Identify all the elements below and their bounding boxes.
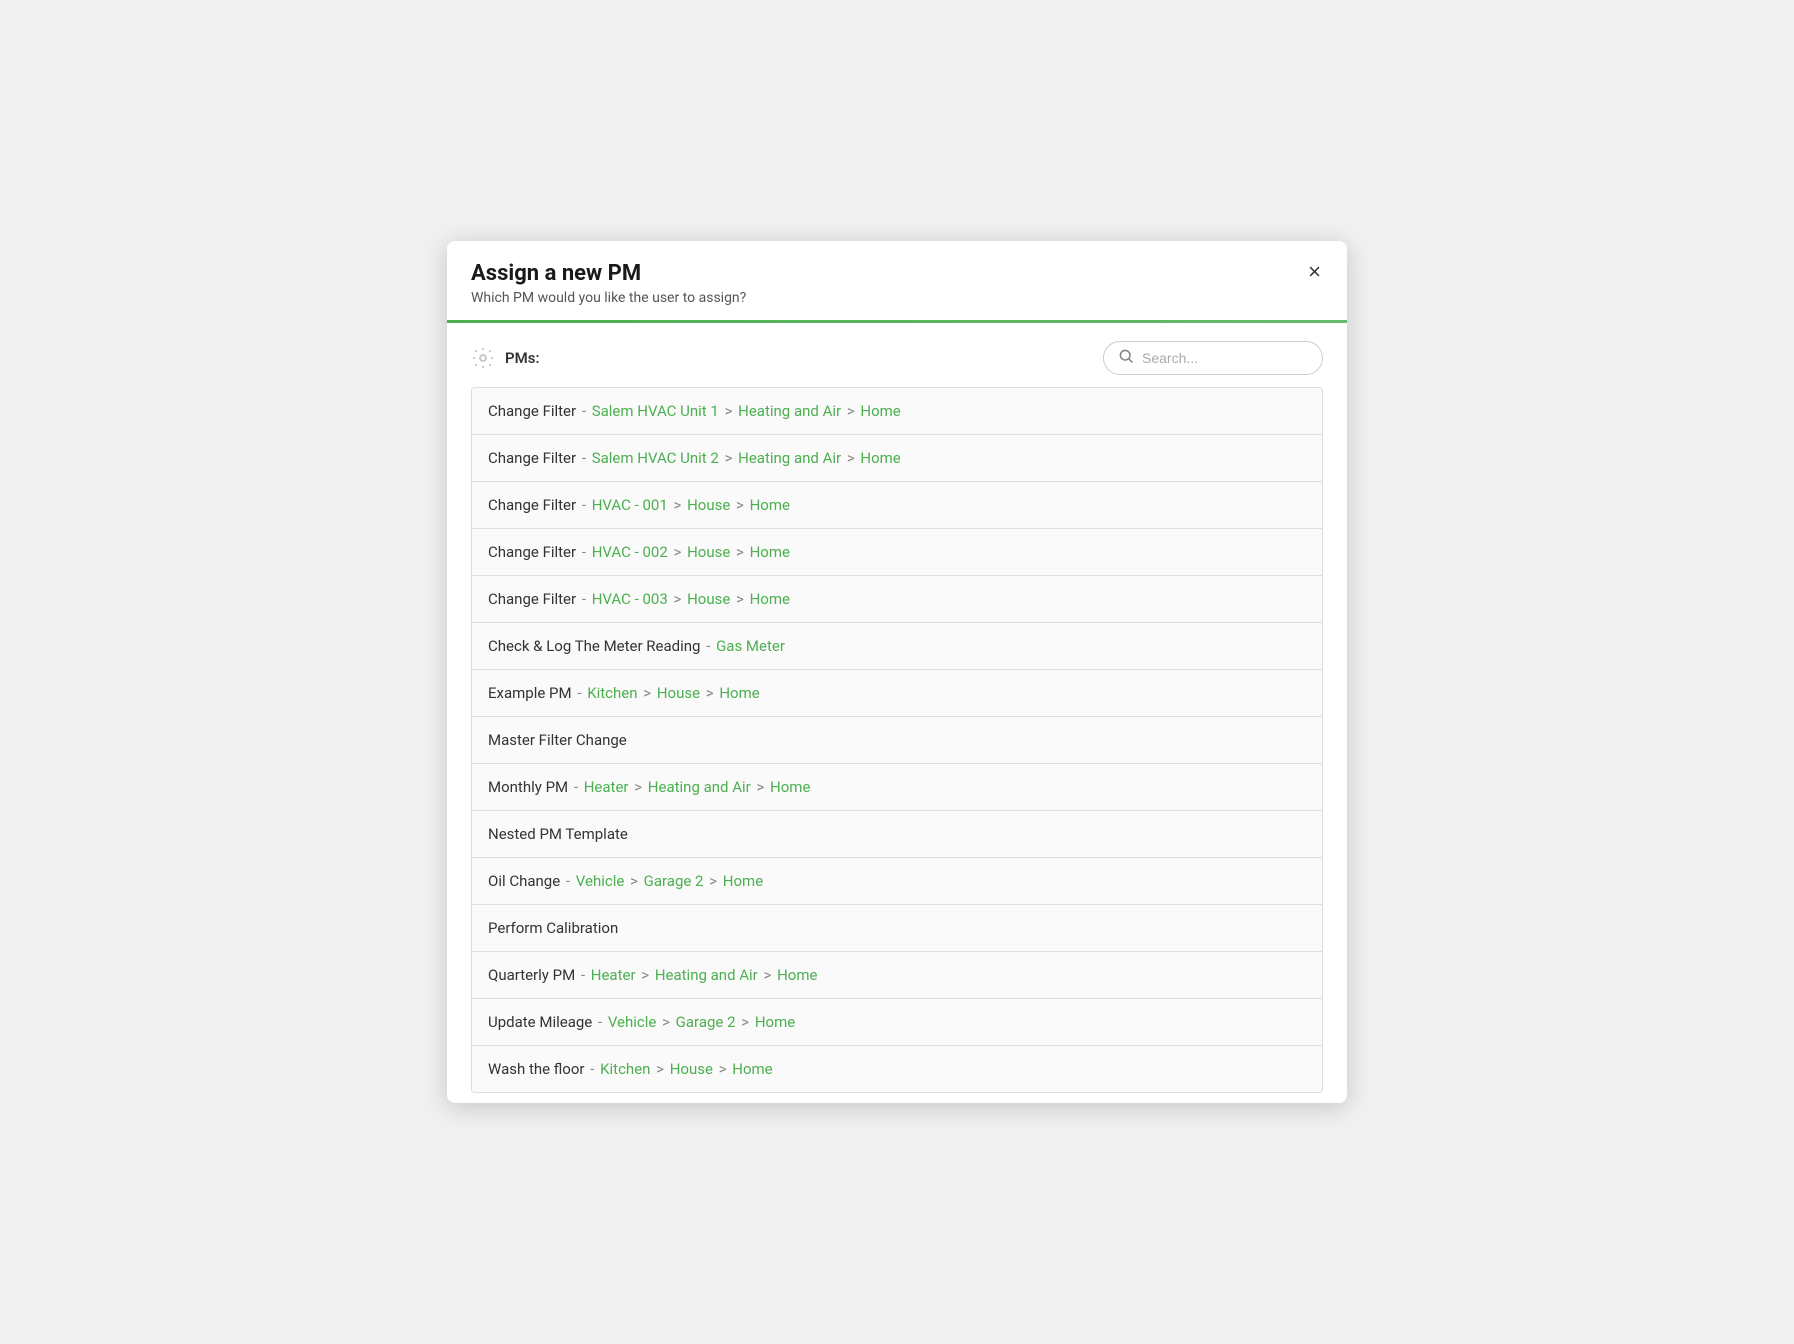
pm-list-item[interactable]: Update Mileage - Vehicle > Garage 2 > Ho…: [472, 999, 1322, 1046]
toolbar: PMs:: [471, 341, 1323, 375]
pm-list-item[interactable]: Change Filter - HVAC - 002 > House > Hom…: [472, 529, 1322, 576]
pm-list-item[interactable]: Change Filter - HVAC - 003 > House > Hom…: [472, 576, 1322, 623]
search-icon: [1118, 348, 1134, 368]
pm-list-item[interactable]: Master Filter Change: [472, 717, 1322, 764]
pm-list-item[interactable]: Change Filter - Salem HVAC Unit 2 > Heat…: [472, 435, 1322, 482]
pm-list-item[interactable]: Monthly PM - Heater > Heating and Air > …: [472, 764, 1322, 811]
pm-list-item[interactable]: Perform Calibration: [472, 905, 1322, 952]
modal-header: Assign a new PM Which PM would you like …: [447, 241, 1347, 306]
pm-label: PMs:: [505, 349, 540, 367]
pm-list-item[interactable]: Wash the floor - Kitchen > House > Home: [472, 1046, 1322, 1092]
pm-list-item[interactable]: Change Filter - HVAC - 001 > House > Hom…: [472, 482, 1322, 529]
close-button[interactable]: ×: [1302, 259, 1327, 285]
loading-icon: [471, 346, 495, 370]
pm-list-item[interactable]: Quarterly PM - Heater > Heating and Air …: [472, 952, 1322, 999]
search-wrapper: [1103, 341, 1323, 375]
modal-body: PMs: Change Filter - Salem HVAC Unit 1 >…: [447, 323, 1347, 1103]
search-input[interactable]: [1142, 350, 1308, 366]
assign-pm-modal: Assign a new PM Which PM would you like …: [447, 241, 1347, 1103]
pm-list-item[interactable]: Nested PM Template: [472, 811, 1322, 858]
pm-list-item[interactable]: Check & Log The Meter Reading - Gas Mete…: [472, 623, 1322, 670]
pm-list-scroll[interactable]: Change Filter - Salem HVAC Unit 1 > Heat…: [471, 387, 1323, 1093]
pm-list-item[interactable]: Change Filter - Salem HVAC Unit 1 > Heat…: [472, 388, 1322, 435]
pm-list-item[interactable]: Oil Change - Vehicle > Garage 2 > Home: [472, 858, 1322, 905]
modal-title: Assign a new PM: [471, 261, 1323, 286]
pm-list-item[interactable]: Example PM - Kitchen > House > Home: [472, 670, 1322, 717]
modal-subtitle: Which PM would you like the user to assi…: [471, 290, 1323, 306]
pm-list: Change Filter - Salem HVAC Unit 1 > Heat…: [471, 387, 1323, 1093]
